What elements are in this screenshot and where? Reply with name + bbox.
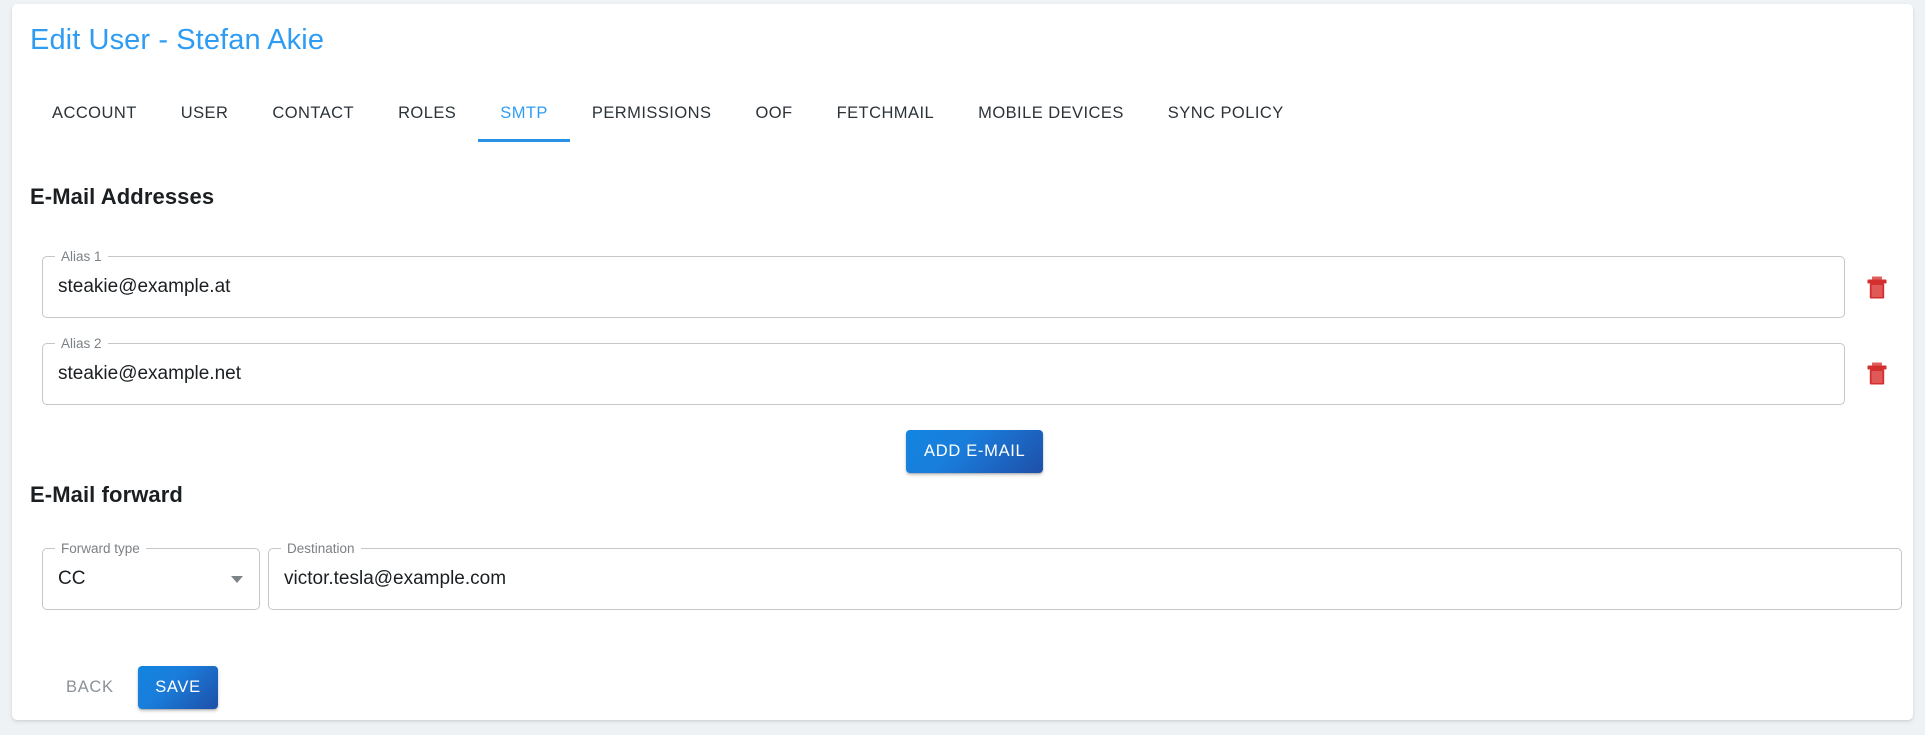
alias-2-value: steakie@example.net <box>58 363 241 384</box>
tab-label: ROLES <box>398 103 457 122</box>
destination-field[interactable]: Destination victor.tesla@example.com <box>268 540 1902 610</box>
tab-fetchmail[interactable]: FETCHMAIL <box>815 84 957 142</box>
tab-label: SMTP <box>500 103 548 122</box>
edit-user-card: Edit User - Stefan Akie ACCOUNT USER CON… <box>12 4 1913 720</box>
alias-1-value: steakie@example.at <box>58 276 231 297</box>
alias-2-field[interactable]: Alias 2 steakie@example.net <box>42 335 1845 405</box>
tab-label: ACCOUNT <box>52 103 137 122</box>
tab-label: FETCHMAIL <box>836 103 935 122</box>
forward-type-select[interactable]: Forward type CC <box>42 540 260 610</box>
tab-contact[interactable]: CONTACT <box>250 84 376 142</box>
tab-oof[interactable]: OOF <box>733 84 814 142</box>
tab-label: USER <box>180 103 229 122</box>
save-button[interactable]: SAVE <box>138 666 218 709</box>
tab-label: PERMISSIONS <box>591 103 712 122</box>
tab-roles[interactable]: ROLES <box>376 84 478 142</box>
destination-value: victor.tesla@example.com <box>284 568 507 589</box>
chevron-down-icon <box>231 576 243 583</box>
delete-alias-2-button[interactable] <box>1857 354 1897 394</box>
tab-smtp[interactable]: SMTP <box>478 84 570 142</box>
trash-icon <box>1867 276 1887 299</box>
tab-label: CONTACT <box>272 103 355 122</box>
tab-account[interactable]: ACCOUNT <box>30 84 159 142</box>
alias-1-field[interactable]: Alias 1 steakie@example.at <box>42 248 1845 318</box>
back-button[interactable]: BACK <box>52 666 128 709</box>
tab-bar: ACCOUNT USER CONTACT ROLES SMTP PERMISSI… <box>30 84 1306 142</box>
forward-type-value: CC <box>58 568 86 589</box>
email-addresses-heading: E-Mail Addresses <box>30 184 215 209</box>
tab-label: MOBILE DEVICES <box>978 103 1124 122</box>
add-email-button[interactable]: ADD E-MAIL <box>906 430 1044 473</box>
tab-permissions[interactable]: PERMISSIONS <box>570 84 734 142</box>
page-title: Edit User - Stefan Akie <box>30 24 325 56</box>
trash-icon <box>1867 362 1887 385</box>
tab-label: OOF <box>755 103 793 122</box>
tab-user[interactable]: USER <box>159 84 251 142</box>
tab-sync-policy[interactable]: SYNC POLICY <box>1146 84 1306 142</box>
tab-label: SYNC POLICY <box>1167 103 1284 122</box>
page-background: Edit User - Stefan Akie ACCOUNT USER CON… <box>0 0 1925 735</box>
delete-alias-1-button[interactable] <box>1857 268 1897 308</box>
email-forward-heading: E-Mail forward <box>30 482 183 507</box>
tab-mobile-devices[interactable]: MOBILE DEVICES <box>956 84 1146 142</box>
